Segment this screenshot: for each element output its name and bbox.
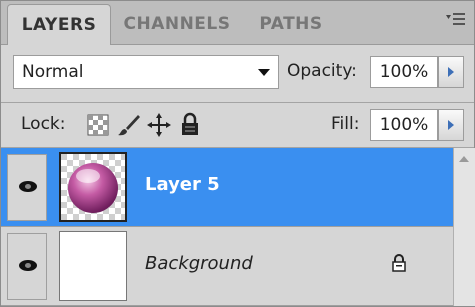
visibility-toggle[interactable] [7,154,47,221]
lock-label: Lock: [21,114,66,134]
stepper-arrow-icon [448,120,454,130]
layer-row-layer-5[interactable]: Layer 5 [1,148,453,227]
layer-thumbnail [59,152,127,222]
lock-all-icon[interactable] [179,112,201,135]
divider [1,102,474,103]
eye-icon [19,181,37,192]
panel-menu-icon[interactable] [446,11,466,31]
tab-paths[interactable]: PATHS [245,4,337,44]
opacity-input[interactable]: 100% [370,56,438,88]
layer-row-background[interactable]: Background [1,227,453,306]
tab-layers[interactable]: LAYERS [7,4,111,45]
layer-name[interactable]: Layer 5 [145,174,220,195]
scroll-up-icon[interactable] [459,156,469,162]
lock-transparency-icon[interactable] [87,114,109,136]
fill-stepper[interactable] [438,109,464,141]
layer-lock-icon [391,254,407,272]
layers-scrollbar[interactable] [453,148,475,306]
lock-position-move-icon[interactable] [147,113,171,137]
fill-input[interactable]: 100% [370,109,438,141]
fill-label: Fill: [331,114,360,134]
layers-list: Layer 5 Background [1,148,453,306]
eye-icon [19,260,37,271]
opacity-stepper[interactable] [438,56,464,88]
blend-mode-dropdown[interactable]: Normal [13,55,279,89]
tab-channels[interactable]: CHANNELS [115,4,239,44]
dropdown-arrow-icon [258,69,270,76]
panel-tab-bar: LAYERS CHANNELS PATHS [1,1,474,45]
layers-panel: LAYERS CHANNELS PATHS Normal Opacity: 10… [0,0,475,307]
opacity-label: Opacity: [287,61,357,81]
lock-image-brush-icon[interactable] [117,113,140,136]
layer-name[interactable]: Background [145,253,253,274]
stepper-arrow-icon [448,67,454,77]
layer-thumbnail [59,231,127,301]
blend-mode-value: Normal [22,62,84,82]
visibility-toggle[interactable] [7,233,47,300]
